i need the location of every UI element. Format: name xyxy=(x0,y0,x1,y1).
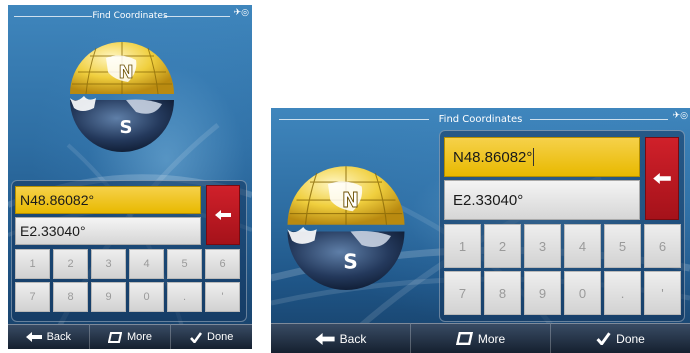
gps-satellite-icon[interactable]: ✈◎ xyxy=(234,8,249,18)
back-button[interactable]: Back xyxy=(271,323,410,353)
keypad-key[interactable]: 8 xyxy=(484,271,521,315)
more-button[interactable]: More xyxy=(88,324,171,349)
keypad-key[interactable]: ' xyxy=(205,282,240,312)
keypad-key[interactable]: 4 xyxy=(129,249,164,279)
back-arrow-icon xyxy=(315,332,335,345)
checkmark-icon xyxy=(190,331,203,343)
keypad-key[interactable]: 3 xyxy=(524,224,561,268)
latitude-field[interactable]: N48.86082° xyxy=(444,137,640,177)
backspace-button[interactable] xyxy=(206,185,240,245)
coordinate-keypad-panel: N48.86082° E2.33040° 1 2 3 4 5 6 7 8 9 0. ' xyxy=(11,180,247,322)
longitude-value: E2.33040° xyxy=(453,191,524,209)
gps-satellite-icon[interactable]: ✈◎ xyxy=(673,111,688,121)
back-button[interactable]: Back xyxy=(8,324,89,349)
done-label: Done xyxy=(207,331,234,343)
longitude-field[interactable]: E2.33040° xyxy=(444,180,640,220)
title-bar: Find Coordinates xyxy=(271,108,690,130)
backspace-button[interactable] xyxy=(645,137,679,220)
longitude-field[interactable]: E2.33040° xyxy=(15,217,201,245)
done-button[interactable]: Done xyxy=(550,323,690,353)
back-arrow-icon xyxy=(25,332,42,342)
keypad-key[interactable]: 7 xyxy=(15,282,50,312)
keypad-key[interactable]: 2 xyxy=(484,224,521,268)
back-label: Back xyxy=(46,331,72,343)
keypad-key[interactable]: 0 xyxy=(129,282,164,312)
done-label: Done xyxy=(616,331,645,346)
keypad-key[interactable]: 1 xyxy=(15,249,50,279)
more-label: More xyxy=(126,331,153,343)
keypad-key[interactable]: 7 xyxy=(444,271,481,315)
more-icon xyxy=(455,332,473,345)
more-button[interactable]: More xyxy=(410,323,550,353)
small-screen: Find Coordinates ✈◎ N S N48.86082° E2.33… xyxy=(8,5,252,349)
keypad-key[interactable]: 2 xyxy=(53,249,88,279)
latitude-value: N48.86082° xyxy=(453,148,533,166)
backspace-arrow-icon xyxy=(215,210,231,220)
checkmark-icon xyxy=(596,332,611,345)
keypad-key[interactable]: ' xyxy=(644,271,681,315)
longitude-value: E2.33040° xyxy=(20,223,86,239)
keypad-key[interactable]: 4 xyxy=(564,224,601,268)
globe-north-label: N xyxy=(118,62,133,83)
back-label: Back xyxy=(339,331,367,346)
coordinate-keypad-panel: N48.86082° E2.33040° 1 2 3 4 5 6 7 8 9 0. ' xyxy=(439,130,685,322)
done-button[interactable]: Done xyxy=(170,324,252,349)
keypad-key[interactable]: 6 xyxy=(644,224,681,268)
keypad-key[interactable]: 9 xyxy=(91,282,126,312)
keypad-key[interactable]: . xyxy=(604,271,641,315)
bottom-bar: Back More Done xyxy=(271,323,690,353)
globe-north-label: N xyxy=(342,188,359,212)
globe-south-label: S xyxy=(343,250,358,274)
globe-icon: N S xyxy=(70,42,174,152)
title-bar: Find Coordinates xyxy=(8,5,252,27)
keypad-key[interactable]: 6 xyxy=(205,249,240,279)
page-title: Find Coordinates xyxy=(438,113,523,125)
page-title: Find Coordinates xyxy=(92,11,168,21)
latitude-field[interactable]: N48.86082° xyxy=(15,186,201,214)
more-label: More xyxy=(477,331,506,346)
keypad-key[interactable]: 9 xyxy=(524,271,561,315)
globe-south-label: S xyxy=(120,117,133,138)
keypad-key[interactable]: 3 xyxy=(91,249,126,279)
keypad-key[interactable]: 5 xyxy=(604,224,641,268)
text-cursor xyxy=(533,148,535,166)
globe-icon: N S xyxy=(287,166,405,290)
latitude-value: N48.86082° xyxy=(20,192,95,208)
keypad-key[interactable]: 1 xyxy=(444,224,481,268)
keypad-key[interactable]: 0 xyxy=(564,271,601,315)
keypad-key[interactable]: 8 xyxy=(53,282,88,312)
keypad-key[interactable]: . xyxy=(167,282,202,312)
keypad-key[interactable]: 5 xyxy=(167,249,202,279)
large-screen: Find Coordinates ✈◎ N S N48.86082° E2.33… xyxy=(271,108,690,353)
bottom-bar: Back More Done xyxy=(8,324,252,349)
backspace-arrow-icon xyxy=(653,173,671,184)
more-icon xyxy=(107,331,122,343)
